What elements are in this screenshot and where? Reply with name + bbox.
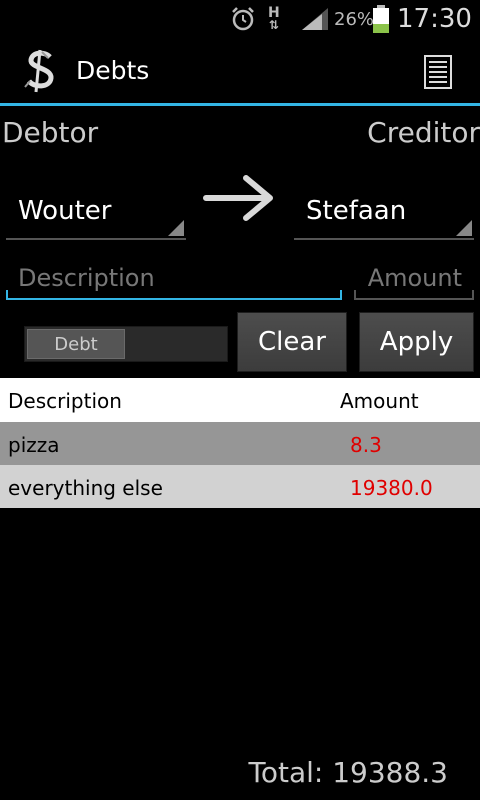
row-amount: 19380.0: [350, 476, 433, 500]
battery-icon: [372, 0, 390, 38]
app-title: Debts: [76, 56, 150, 85]
clock-time: 17:30: [397, 4, 472, 34]
debt-toggle[interactable]: Debt: [24, 326, 228, 362]
creditor-spinner[interactable]: Stefaan: [294, 184, 474, 240]
table-row[interactable]: pizza 8.3: [0, 422, 480, 465]
amount-field-container: [354, 258, 474, 300]
battery-percent: 26%: [334, 8, 375, 30]
apply-button[interactable]: Apply: [359, 312, 474, 372]
spinner-dropdown-indicator: [168, 220, 184, 236]
debt-toggle-knob: Debt: [27, 329, 125, 359]
list-menu-icon[interactable]: [420, 54, 456, 90]
description-field-container: [6, 258, 342, 300]
alarm-clock-icon: [230, 0, 256, 38]
spinner-dropdown-indicator: [456, 220, 472, 236]
debtor-value: Wouter: [18, 196, 112, 226]
debtor-label: Debtor: [2, 116, 99, 149]
creditor-value: Stefaan: [306, 196, 407, 226]
status-bar: H ⇅ 26% 17:30: [0, 0, 480, 38]
row-description: pizza: [8, 433, 60, 457]
row-description: everything else: [8, 476, 163, 500]
debts-table: Description Amount pizza 8.3 everything …: [0, 378, 480, 508]
dollar-logo-icon[interactable]: [20, 48, 64, 94]
header-amount: Amount: [340, 389, 419, 413]
description-input[interactable]: [6, 258, 342, 298]
creditor-label: Creditor: [367, 116, 480, 149]
total-amount: Total: 19388.3: [248, 756, 448, 789]
debtor-spinner[interactable]: Wouter: [6, 184, 186, 240]
clear-button[interactable]: Clear: [237, 312, 347, 372]
right-arrow-icon: [202, 170, 278, 226]
table-row[interactable]: everything else 19380.0: [0, 465, 480, 508]
action-bar: Debts: [0, 38, 480, 106]
signal-icon: [300, 0, 330, 38]
amount-input[interactable]: [354, 258, 474, 298]
network-type-indicator: H ⇅: [268, 5, 280, 32]
table-header: Description Amount: [0, 378, 480, 422]
row-amount: 8.3: [350, 433, 382, 457]
header-description: Description: [8, 389, 122, 413]
